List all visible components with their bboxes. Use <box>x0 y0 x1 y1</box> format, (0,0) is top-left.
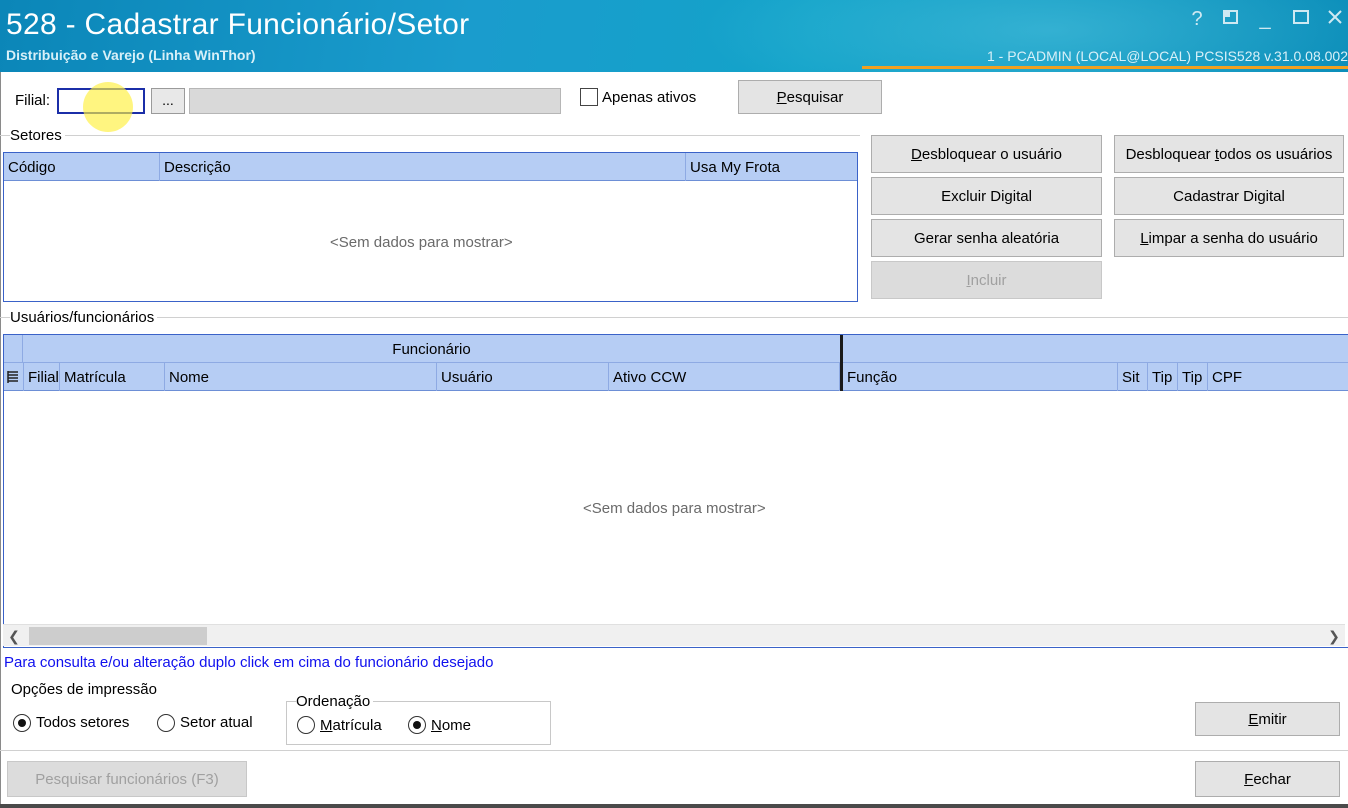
limpar-senha-hotkey: L <box>1140 229 1149 247</box>
band-header-funcionario: Funcionário <box>22 335 840 363</box>
limpar-senha-button[interactable]: Limpar a senha do usuário <box>1114 219 1344 257</box>
filial-lookup-button[interactable]: ... <box>151 88 185 114</box>
fechar-hotkey: F <box>1244 770 1254 788</box>
setor-atual-radio[interactable] <box>157 714 175 732</box>
excluir-digital-button[interactable]: Excluir Digital <box>871 177 1102 215</box>
column-header-usuario[interactable]: Usuário <box>437 363 609 391</box>
setores-empty-message: <Sem dados para mostrar> <box>330 234 513 251</box>
fechar-button[interactable]: Fechar <box>1195 761 1340 797</box>
desbloquear-usuario-label: esbloquear o usuário <box>921 145 1062 163</box>
usuarios-group-title: Usuários/funcionários <box>10 309 158 326</box>
column-header-situacao[interactable]: Sit <box>1118 363 1148 391</box>
title-bar: 528 - Cadastrar Funcionário/Setor Distri… <box>0 0 1348 72</box>
todos-setores-radio[interactable] <box>13 714 31 732</box>
restore-icon[interactable] <box>1220 8 1242 32</box>
cursor-highlight <box>83 82 133 132</box>
nome-hotkey: N <box>431 717 442 734</box>
setores-grid-header: Código Descrição Usa My Frota <box>4 153 857 181</box>
column-header-ativo-ccw[interactable]: Ativo CCW <box>609 363 840 391</box>
emitir-label: mitir <box>1258 710 1287 728</box>
todos-setores-label: Todos setores <box>36 714 130 731</box>
matricula-label: Matrícula <box>320 717 382 734</box>
limpar-senha-label: impar a senha do usuário <box>1148 229 1318 247</box>
pesquisar-label: esquisar <box>786 88 844 106</box>
impressao-group-title: Opções de impressão <box>11 681 157 698</box>
close-icon[interactable] <box>1324 8 1346 32</box>
session-info: 1 - PCADMIN (LOCAL@LOCAL) PCSIS528 v.31.… <box>987 48 1348 64</box>
column-header-funcao[interactable]: Função <box>843 363 1118 391</box>
setor-atual-label: Setor atual <box>180 714 253 731</box>
nome-label: Nome <box>431 717 471 734</box>
minimize-icon[interactable]: _ <box>1254 8 1276 31</box>
ordenacao-group-title: Ordenação <box>296 693 374 710</box>
apenas-ativos-checkbox[interactable] <box>580 88 598 106</box>
fechar-label: echar <box>1253 770 1291 788</box>
footer-separator <box>0 750 1348 751</box>
setores-group-border <box>0 135 860 136</box>
consulta-hint: Para consulta e/ou alteração duplo click… <box>4 654 494 671</box>
usuarios-band-row: Funcionário <box>4 335 1348 363</box>
help-icon[interactable]: ? <box>1186 8 1208 31</box>
matricula-hotkey: M <box>320 717 333 734</box>
fixed-column-splitter[interactable] <box>840 335 843 391</box>
usuarios-grid[interactable]: Funcionário Filial Matrícula Nome Usuári… <box>3 334 1348 648</box>
cadastrar-digital-button[interactable]: Cadastrar Digital <box>1114 177 1344 215</box>
pesquisar-hotkey: P <box>776 88 787 106</box>
pesquisar-button[interactable]: Pesquisar <box>738 80 882 114</box>
column-header-codigo[interactable]: Código <box>4 153 160 181</box>
usuarios-empty-message: <Sem dados para mostrar> <box>583 500 766 517</box>
window-title: 528 - Cadastrar Funcionário/Setor <box>6 8 470 41</box>
usuarios-group-border <box>0 317 1348 318</box>
nome-radio[interactable] <box>408 716 426 734</box>
window-subtitle: Distribuição e Varejo (Linha WinThor) <box>6 47 256 63</box>
desbloquear-usuario-button[interactable]: Desbloquear o usuário <box>871 135 1102 173</box>
column-header-descricao[interactable]: Descrição <box>160 153 686 181</box>
column-header-matricula[interactable]: Matrícula <box>60 363 165 391</box>
emitir-hotkey: E <box>1248 710 1259 728</box>
emitir-button[interactable]: Emitir <box>1195 702 1340 736</box>
column-header-nome[interactable]: Nome <box>165 363 437 391</box>
maximize-icon[interactable] <box>1290 8 1312 32</box>
pesquisar-funcionarios-button[interactable]: Pesquisar funcionários (F3) <box>7 761 247 797</box>
apenas-ativos-label: Apenas ativos <box>602 89 697 106</box>
scroll-left-icon[interactable]: ❮ <box>3 625 25 647</box>
desbloquear-todos-button[interactable]: Desbloquear todos os usuários <box>1114 135 1344 173</box>
usuarios-horizontal-scrollbar[interactable]: ❮ ❯ <box>3 624 1345 646</box>
setores-group-title: Setores <box>10 127 65 144</box>
usuarios-grid-header: Filial Matrícula Nome Usuário Ativo CCW … <box>4 363 1348 391</box>
matricula-label-text: atrícula <box>332 717 382 734</box>
matricula-radio[interactable] <box>297 716 315 734</box>
desbloquear-todos-label-end: odos os usuários <box>1219 145 1333 163</box>
column-header-cpf[interactable]: CPF <box>1208 363 1348 391</box>
title-accent-line <box>862 66 1348 69</box>
scroll-thumb[interactable] <box>29 627 207 645</box>
column-header-tipo-1[interactable]: Tip <box>1148 363 1178 391</box>
column-chooser-icon[interactable] <box>4 363 24 391</box>
column-header-tipo-2[interactable]: Tip <box>1178 363 1208 391</box>
gerar-senha-button[interactable]: Gerar senha aleatória <box>871 219 1102 257</box>
setores-grid[interactable]: Código Descrição Usa My Frota <Sem dados… <box>3 152 858 302</box>
incluir-button[interactable]: Incluir <box>871 261 1102 299</box>
filial-label: Filial: <box>15 92 51 109</box>
nome-label-text: ome <box>441 717 472 734</box>
scroll-right-icon[interactable]: ❯ <box>1323 625 1345 647</box>
desbloquear-todos-label-start: Desbloquear <box>1125 145 1215 163</box>
incluir-label: ncluir <box>970 271 1007 289</box>
filial-description-field <box>189 88 561 114</box>
desbloquear-usuario-hotkey: D <box>911 145 922 163</box>
window-bottom-border <box>0 804 1348 808</box>
column-header-usa-my-frota[interactable]: Usa My Frota <box>686 153 857 181</box>
column-header-filial[interactable]: Filial <box>24 363 60 391</box>
